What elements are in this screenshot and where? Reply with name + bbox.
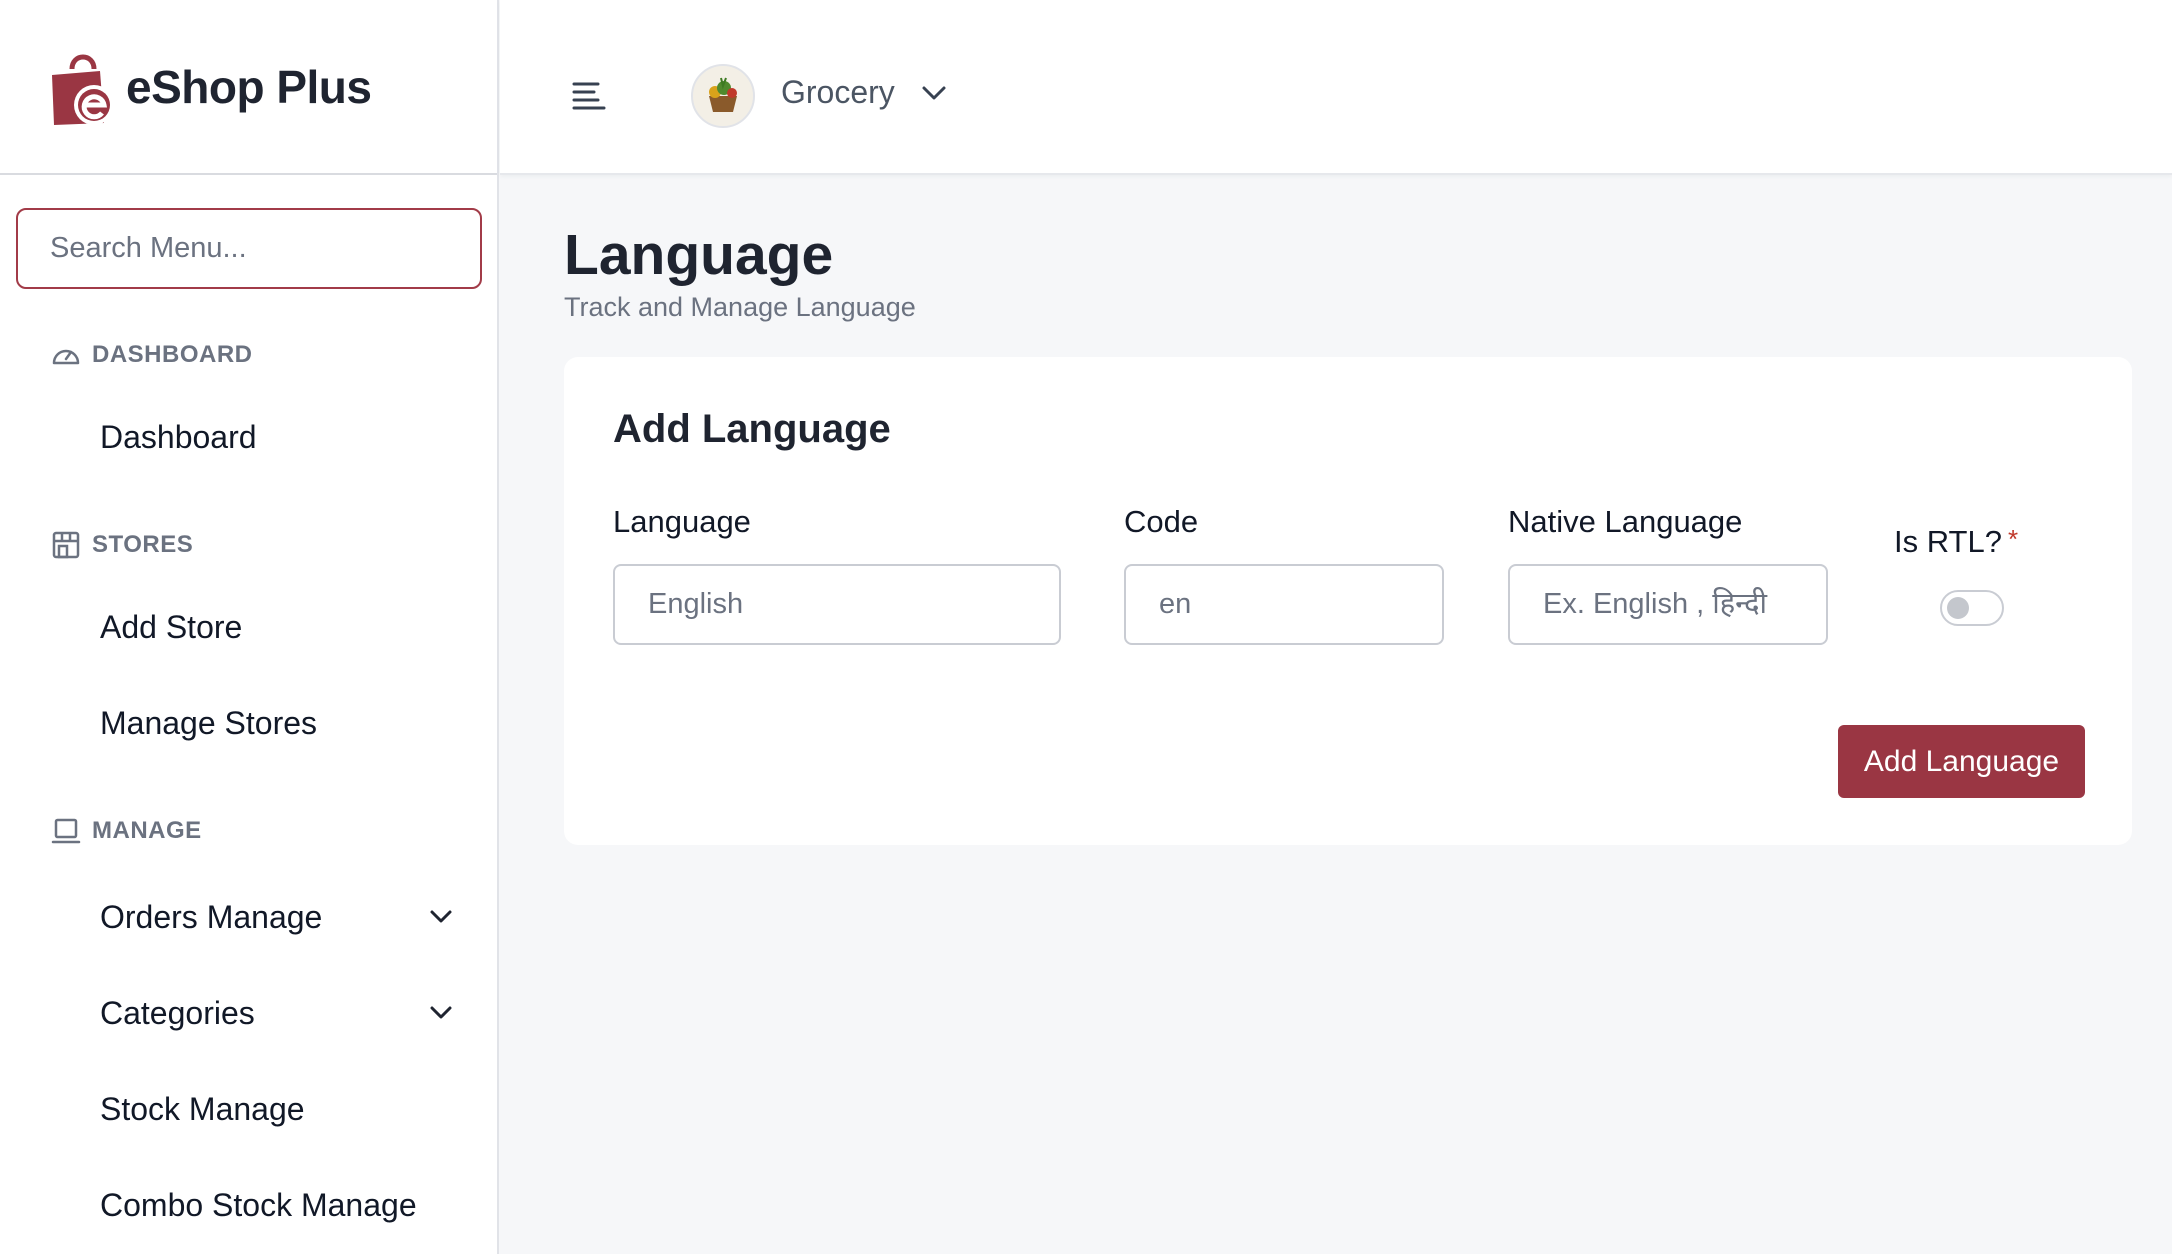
brand-name: eShop Plus [126, 60, 372, 113]
sidebar: eShop Plus DASHBOARD Dashboard STORES Ad… [0, 0, 499, 1254]
sidebar-item-combo-stock-manage[interactable]: Combo Stock Manage [0, 1175, 497, 1235]
is-rtl-toggle[interactable] [1940, 590, 2004, 626]
add-language-card: Add Language Language Code Native Langua… [564, 357, 2132, 845]
grocery-basket-icon [693, 66, 753, 126]
code-input[interactable] [1124, 564, 1444, 645]
sidebar-item-label: Categories [100, 994, 255, 1031]
page-subtitle: Track and Manage Language [564, 292, 916, 322]
required-mark: * [2007, 524, 2019, 554]
section-dashboard: DASHBOARD [0, 335, 497, 375]
store-name[interactable]: Grocery [781, 74, 895, 111]
laptop-icon [51, 818, 81, 844]
language-label: Language [613, 504, 751, 539]
code-label: Code [1124, 504, 1199, 539]
brand[interactable]: eShop Plus [0, 0, 497, 175]
chevron-down-icon[interactable] [427, 903, 455, 931]
sidebar-item-manage-stores[interactable]: Manage Stores [0, 693, 497, 753]
sidebar-item-label: Combo Stock Manage [100, 1186, 417, 1223]
card-title: Add Language [613, 407, 891, 451]
language-input[interactable] [613, 564, 1061, 645]
toggle-knob [1947, 597, 1969, 619]
sidebar-item-stock-manage[interactable]: Stock Manage [0, 1079, 497, 1139]
sidebar-item-label: Dashboard [100, 418, 257, 455]
sidebar-item-label: Add Store [100, 608, 243, 645]
sidebar-item-label: Orders Manage [100, 898, 323, 935]
is-rtl-label: Is RTL? * [1894, 524, 2018, 560]
chevron-down-icon[interactable] [920, 80, 948, 108]
native-language-label: Native Language [1508, 504, 1743, 539]
section-heading: DASHBOARD [92, 341, 253, 368]
search-menu-input[interactable] [16, 208, 482, 289]
search-wrapper [0, 175, 497, 289]
sidebar-item-label: Manage Stores [100, 704, 318, 741]
shopping-bag-logo-icon [52, 54, 114, 125]
sidebar-item-dashboard[interactable]: Dashboard [0, 407, 497, 467]
add-language-button[interactable]: Add Language [1838, 725, 2085, 798]
speedometer-icon [52, 349, 80, 365]
sidebar-item-label: Stock Manage [100, 1090, 305, 1127]
native-language-input[interactable] [1508, 564, 1828, 645]
section-heading: STORES [92, 531, 194, 558]
sidebar-item-add-store[interactable]: Add Store [0, 597, 497, 657]
storefront-icon [52, 531, 80, 559]
sidebar-item-orders-manage[interactable]: Orders Manage [0, 887, 497, 947]
topbar: Grocery [500, 0, 2172, 175]
page-title: Language [564, 223, 834, 287]
section-heading: MANAGE [92, 817, 202, 844]
section-manage: MANAGE [0, 811, 497, 851]
hamburger-icon[interactable] [572, 80, 608, 114]
is-rtl-label-text: Is RTL? [1894, 524, 2002, 559]
chevron-down-icon[interactable] [427, 999, 455, 1027]
store-avatar[interactable] [691, 64, 755, 128]
section-stores: STORES [0, 525, 497, 565]
sidebar-item-categories[interactable]: Categories [0, 983, 497, 1043]
